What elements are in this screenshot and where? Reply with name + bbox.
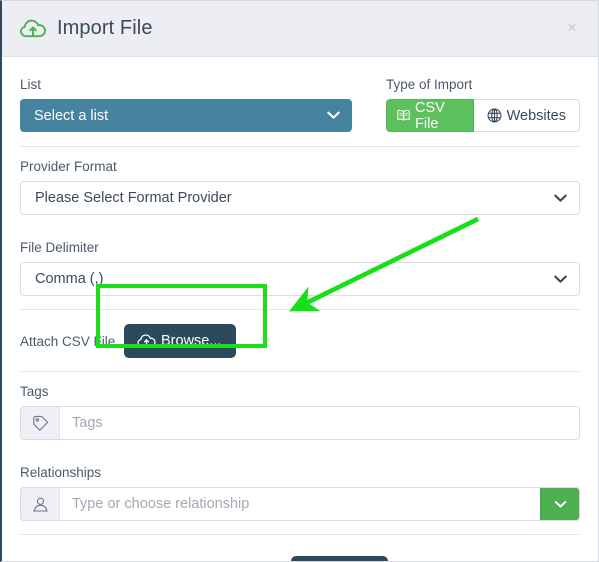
cloud-upload-icon [20,19,46,37]
chevron-down-icon [554,194,567,202]
list-field: List Select a list [20,77,352,132]
close-icon[interactable]: × [562,18,582,38]
import-file-dialog: Import File × List Select a list Type of… [0,0,599,562]
dialog-body: List Select a list Type of Import CSV Fi… [2,57,598,534]
attach-csv-file-label: Attach CSV File [20,333,116,349]
type-of-import-toggle: CSV File Websites [386,99,580,132]
dialog-footer: Cancel Import [20,534,580,561]
provider-format-select[interactable]: Please Select Format Provider [20,181,580,215]
tags-input[interactable] [60,407,579,439]
relationships-input[interactable] [60,488,540,520]
book-icon [397,109,410,121]
file-delimiter-select[interactable]: Comma (,) [20,262,580,296]
chevron-down-icon [554,500,566,508]
relationships-dropdown-button[interactable] [540,488,579,520]
relationships-input-group [20,487,580,521]
file-delimiter-field: File Delimiter Comma (,) [20,228,580,309]
relationships-addon [21,488,60,520]
tags-input-group [20,406,580,440]
list-select-value: Select a list [34,107,109,124]
list-label: List [20,77,42,92]
top-row: List Select a list Type of Import CSV Fi… [20,57,580,146]
provider-format-value: Please Select Format Provider [35,190,232,206]
provider-format-field: Provider Format Please Select Format Pro… [20,147,580,228]
relationships-label: Relationships [20,465,102,480]
browse-button-label: Browse... [161,333,222,349]
tab-csv-file[interactable]: CSV File [386,99,474,132]
type-of-import-label: Type of Import [386,77,473,92]
relationships-field: Relationships [20,453,580,534]
attach-csv-file-field: Attach CSV File Browse... [20,310,580,371]
cancel-button[interactable]: Cancel [212,558,277,561]
cloud-upload-icon [137,334,156,347]
tab-csv-file-label: CSV File [415,99,445,132]
provider-format-label: Provider Format [20,159,117,174]
dialog-header: Import File × [2,1,598,57]
file-delimiter-value: Comma (,) [35,271,104,287]
file-delimiter-label: File Delimiter [20,240,99,255]
import-button[interactable]: Import [290,556,389,561]
tags-label: Tags [20,384,49,399]
tags-field: Tags [20,372,580,453]
tab-websites[interactable]: Websites [473,99,580,132]
chevron-down-icon [554,275,567,283]
browse-button[interactable]: Browse... [124,324,237,358]
tab-websites-label: Websites [506,107,566,124]
chevron-down-icon [327,111,340,119]
tags-addon [21,407,60,439]
tag-icon [32,415,48,431]
list-select[interactable]: Select a list [20,99,352,132]
user-icon [32,497,48,512]
globe-icon [487,108,502,123]
type-of-import-field: Type of Import CSV File Websites [386,77,580,132]
page-title: Import File [57,17,153,39]
